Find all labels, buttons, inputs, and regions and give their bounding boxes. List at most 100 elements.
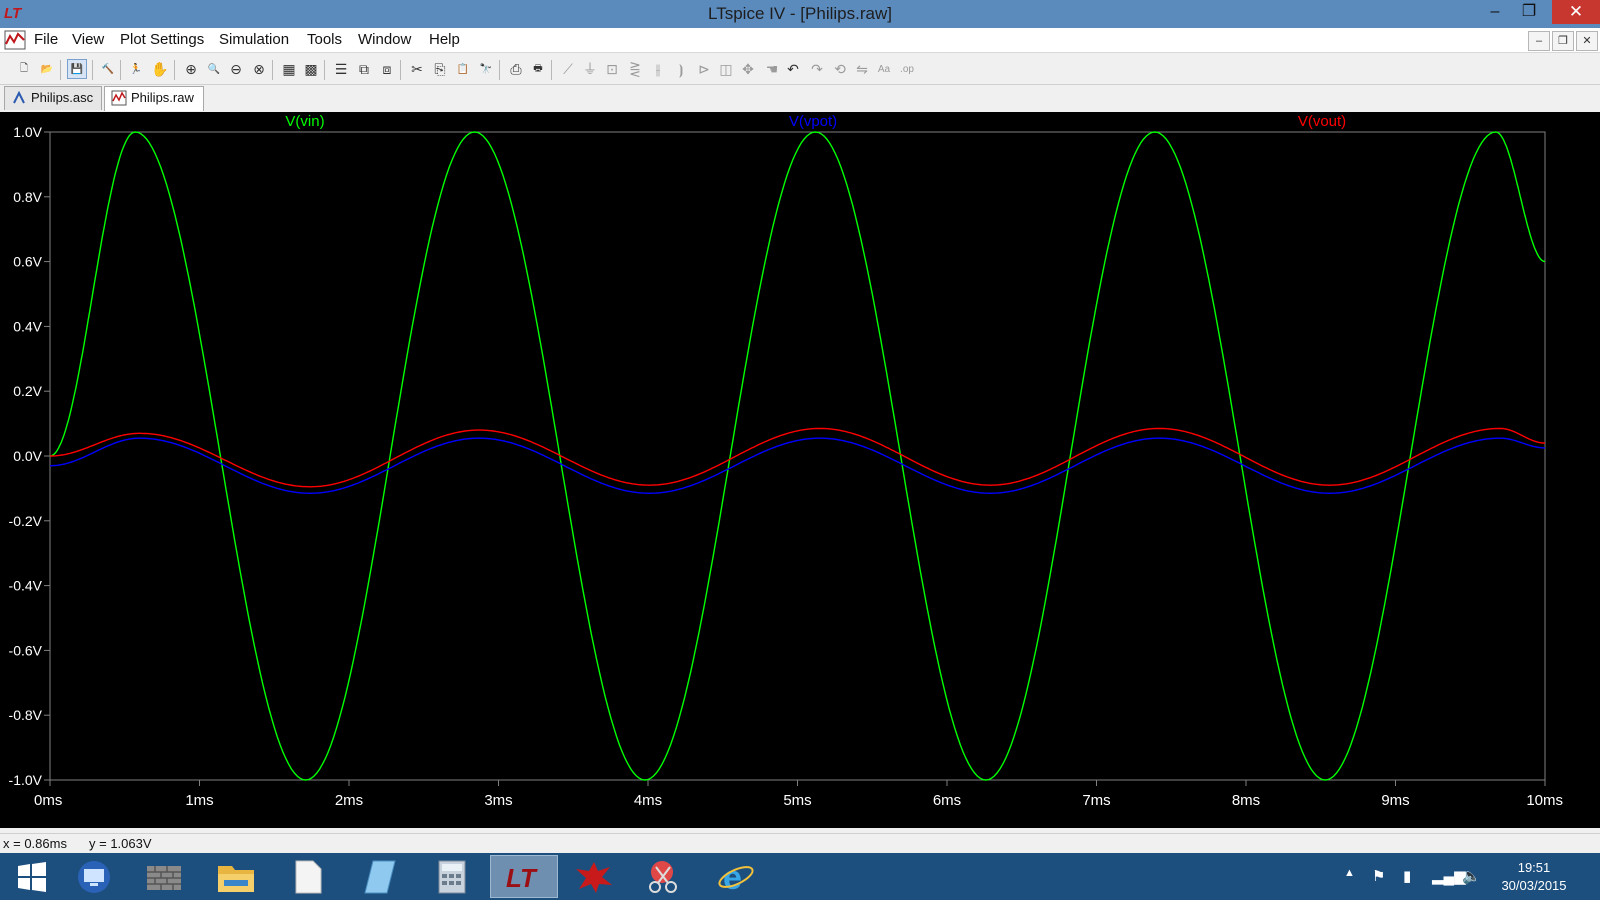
toolbar-separator [551, 60, 552, 80]
restore-button[interactable]: ❐ [1512, 0, 1546, 24]
new-schematic-icon[interactable]: 🗋 [14, 59, 34, 79]
taskbar-splat-app[interactable] [562, 855, 626, 898]
tile-horizontal-icon[interactable]: ☰ [331, 59, 351, 79]
toolbar-separator [324, 60, 325, 80]
status-bar: x = 0.86ms y = 1.063V [0, 833, 1600, 854]
cursor-x-readout: x = 0.86ms [3, 836, 67, 851]
toolbar-separator [174, 60, 175, 80]
tile-vertical-icon[interactable]: ⧈ [377, 59, 397, 79]
taskbar-firewall[interactable] [132, 855, 196, 898]
label-net-icon[interactable]: ⊡ [602, 59, 622, 79]
minimize-button[interactable]: – [1478, 0, 1512, 24]
menu-tools[interactable]: Tools [307, 31, 342, 48]
menu-simulation[interactable]: Simulation [219, 31, 289, 48]
autorange-icon[interactable]: ▦ [279, 59, 299, 79]
tab-label: Philips.asc [31, 90, 94, 105]
menu-view[interactable]: View [72, 31, 104, 48]
taskbar-snipping-tool[interactable] [632, 855, 696, 898]
power-icon[interactable]: ▮ [1403, 867, 1411, 885]
action-center-flag-icon[interactable]: ⚑ [1372, 867, 1385, 885]
find-icon[interactable]: 🔭 [476, 59, 496, 79]
y-tick-label: 1.0V [13, 124, 42, 140]
tab-philips-raw[interactable]: Philips.raw [104, 86, 204, 111]
grid-icon[interactable]: ▩ [301, 59, 321, 79]
run-icon[interactable]: 🏃 [126, 59, 146, 79]
copy-icon[interactable]: ⎘ [430, 59, 450, 79]
undo-icon[interactable]: ↶ [783, 59, 803, 79]
zoom-pan-icon[interactable]: 🔍 [204, 59, 224, 79]
taskbar-file-explorer[interactable] [204, 855, 268, 898]
zoom-out-icon[interactable]: ⊖ [226, 59, 246, 79]
inductor-icon[interactable]: ⦘ [671, 59, 691, 79]
mdi-minimize-button[interactable]: – [1528, 31, 1550, 51]
mirror-icon[interactable]: ⇋ [852, 59, 872, 79]
taskbar-calculator[interactable] [420, 855, 484, 898]
y-tick-label: 0.6V [13, 254, 42, 270]
document-tabs: Philips.asc Philips.raw [0, 85, 1600, 111]
halt-icon[interactable]: ✋ [150, 59, 170, 79]
trace-vvin [49, 131, 1546, 781]
clock-date: 30/03/2015 [1501, 878, 1567, 893]
taskbar-clock[interactable]: 19:51 30/03/2015 [1494, 859, 1574, 895]
ground-icon[interactable]: ⏚ [580, 59, 600, 79]
window-title: LTspice IV - [Philips.raw] [708, 4, 892, 23]
component-icon[interactable]: ◫ [716, 59, 736, 79]
x-tick-label: 7ms [1082, 792, 1110, 809]
control-panel-icon[interactable]: 🔨 [98, 59, 118, 79]
close-button[interactable]: ✕ [1552, 0, 1600, 24]
y-tick-label: 0.8V [13, 189, 42, 205]
print-preview-icon[interactable]: ⎙ [506, 59, 526, 79]
zoom-fit-icon[interactable]: ⊗ [249, 59, 269, 79]
mdi-close-button[interactable]: ✕ [1576, 31, 1598, 51]
cascade-icon[interactable]: ⧉ [354, 59, 374, 79]
open-icon[interactable]: 📂 [37, 59, 57, 79]
menu-plot-settings[interactable]: Plot Settings [120, 31, 204, 48]
toolbar-separator [60, 60, 61, 80]
volume-icon[interactable]: 🔈 [1462, 867, 1481, 885]
toolbar-separator [92, 60, 93, 80]
menu-window[interactable]: Window [358, 31, 411, 48]
title-bar: LT LTspice IV - [Philips.raw] – ❐ ✕ [0, 0, 1600, 28]
x-tick-label: 0ms [34, 792, 62, 809]
taskbar-notepad[interactable] [348, 855, 412, 898]
save-icon[interactable]: 💾 [67, 59, 87, 79]
tab-philips-asc[interactable]: Philips.asc [4, 86, 102, 110]
menu-help[interactable]: Help [429, 31, 460, 48]
move-icon[interactable]: ✥ [738, 59, 758, 79]
redo-icon[interactable]: ↷ [807, 59, 827, 79]
legend-vvout: V(vout) [1298, 113, 1346, 130]
network-signal-icon[interactable]: ▂▄▆ [1432, 867, 1466, 885]
y-tick-label: 0.4V [13, 318, 42, 334]
resistor-icon[interactable]: ⋛ [625, 59, 645, 79]
rotate-icon[interactable]: ⟲ [830, 59, 850, 79]
notepad-icon [364, 860, 396, 893]
capacitor-icon[interactable]: ⫲ [648, 59, 668, 79]
menu-file[interactable]: File [34, 31, 58, 48]
paste-icon[interactable]: 📋 [453, 59, 473, 79]
y-tick-label: -0.8V [9, 707, 43, 723]
show-hidden-icons-icon[interactable]: ▲ [1344, 867, 1355, 879]
drag-icon[interactable]: ☚ [762, 59, 782, 79]
diode-icon[interactable]: ⊳ [694, 59, 714, 79]
x-tick-label: 2ms [335, 792, 363, 809]
waveform-chart[interactable]: 1.0V 0.8V 0.6V 0.4V 0.2V 0.0V -0.2V -0.4V -0.6V -… [0, 112, 1600, 828]
x-tick-label: 1ms [185, 792, 213, 809]
y-tick-label: -0.6V [9, 642, 43, 658]
waveform-plot-pane[interactable]: 1.0V 0.8V 0.6V 0.4V 0.2V 0.0V -0.2V -0.4V -0.6V -… [0, 112, 1600, 828]
start-button[interactable] [0, 855, 64, 898]
cut-icon[interactable]: ✂ [407, 59, 427, 79]
print-icon[interactable]: 🖶 [528, 59, 548, 79]
taskbar-remote-desktop[interactable] [62, 855, 126, 898]
mdi-restore-button[interactable]: ❐ [1552, 31, 1574, 51]
spice-directive-icon[interactable]: .op [897, 59, 917, 79]
waveform-document-icon[interactable] [4, 30, 26, 50]
waveform-icon [111, 90, 127, 106]
taskbar-internet-explorer[interactable]: e [704, 855, 768, 898]
text-icon[interactable]: Aa [874, 59, 894, 79]
wire-icon[interactable]: ⟋ [558, 59, 578, 79]
taskbar-ltspice[interactable]: LT [490, 855, 558, 898]
ltspice-icon: LT [506, 863, 538, 893]
zoom-in-icon[interactable]: ⊕ [181, 59, 201, 79]
y-tick-label: -1.0V [9, 772, 43, 788]
taskbar-document[interactable] [276, 855, 340, 898]
